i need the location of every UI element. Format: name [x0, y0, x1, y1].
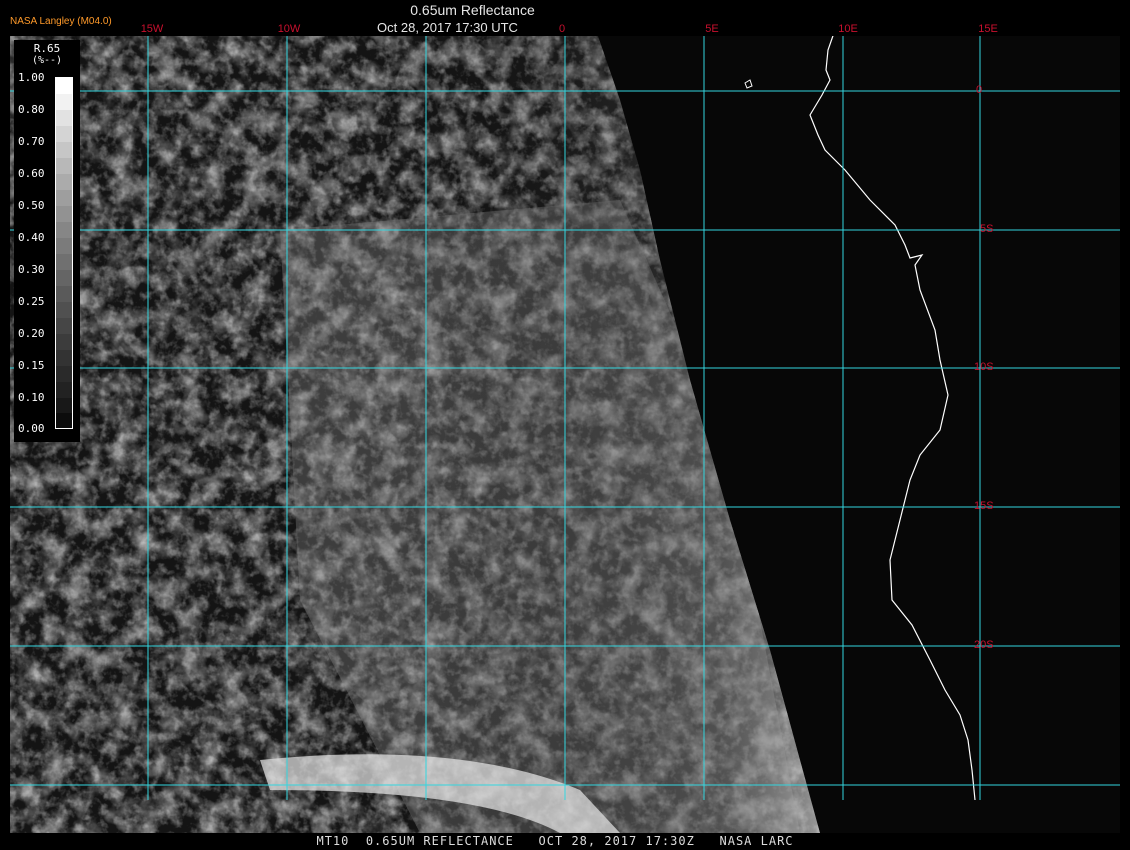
lat-label-0: 0: [976, 84, 983, 96]
lon-label-5e: 5E: [705, 23, 719, 35]
lon-label-15w: 15W: [140, 23, 164, 35]
legend-tick: 0.20: [18, 327, 45, 340]
legend-units: (%--): [31, 55, 63, 66]
legend-tick: 0.70: [18, 135, 45, 148]
legend-title: R.65: [33, 42, 61, 55]
image-title: 0.65um Reflectance: [410, 2, 535, 18]
legend-tick: 0.80: [18, 103, 45, 116]
lat-label-5s: 5S: [980, 223, 994, 235]
lon-label-15e: 15E: [978, 23, 998, 35]
lat-label-10s: 10S: [974, 361, 994, 373]
legend-tick: 0.50: [18, 199, 45, 212]
status-bar: MT10 0.65UM REFLECTANCE OCT 28, 2017 17:…: [0, 833, 1130, 850]
lat-label-20s: 20S: [974, 639, 994, 651]
status-text: MT10 0.65UM REFLECTANCE OCT 28, 2017 17:…: [316, 834, 794, 848]
legend-tick: 0.10: [18, 391, 45, 404]
lon-label-10e: 10E: [838, 23, 858, 35]
legend-tick: 0.40: [18, 231, 45, 244]
legend-tick: 0.00: [18, 422, 45, 435]
color-legend: R.65 (%--) 1.00 0.80 0.70 0.60 0.50 0.40…: [14, 40, 80, 442]
lon-label-10w: 10W: [277, 23, 301, 35]
image-datetime: Oct 28, 2017 17:30 UTC: [377, 20, 518, 35]
legend-tick: 0.25: [18, 295, 45, 308]
lat-label-15s: 15S: [974, 500, 994, 512]
legend-tick: 0.60: [18, 167, 45, 180]
legend-tick: 0.30: [18, 263, 45, 276]
satellite-map: [10, 4, 1120, 833]
lon-label-0: 0: [558, 23, 566, 35]
legend-tick: 1.00: [18, 71, 45, 84]
legend-tick: 0.15: [18, 359, 45, 372]
legend-color-bar: [55, 77, 73, 429]
